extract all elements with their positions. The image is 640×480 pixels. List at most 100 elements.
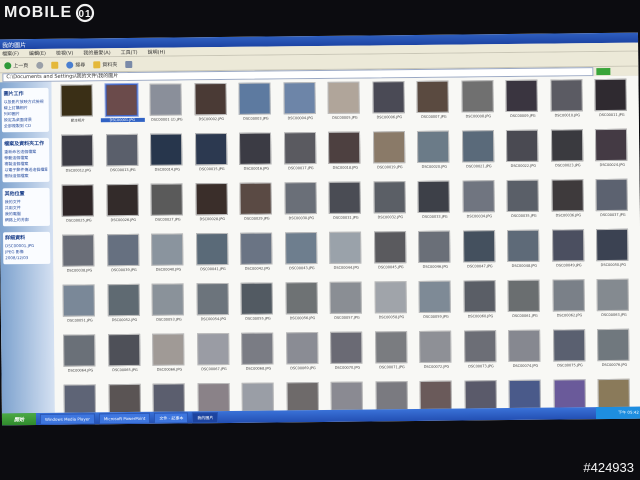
file-thumbnail[interactable]: DSC00036.JPG — [546, 179, 591, 229]
file-thumbnail[interactable]: DSC00080.JPG — [192, 382, 237, 413]
file-thumbnail[interactable]: DSC00025.JPG — [57, 184, 102, 234]
start-button[interactable]: 開始 — [1, 412, 37, 426]
file-thumbnail[interactable]: DSC00013.JPG — [100, 133, 145, 184]
taskpane-section-title[interactable]: 其他位置 — [5, 190, 48, 197]
search-button[interactable]: 搜尋 — [64, 60, 87, 69]
file-thumbnail[interactable]: DSC00033.JPG — [413, 180, 458, 231]
file-thumbnail[interactable]: DSC00074.JPG — [503, 329, 548, 380]
file-thumbnail[interactable]: DSC00018.JPG — [323, 131, 368, 181]
forward-button[interactable] — [34, 60, 45, 69]
taskbar-task-button[interactable]: Windows Media Player — [39, 412, 95, 425]
file-thumbnail[interactable]: DSC00042.JPG — [235, 232, 280, 282]
file-thumbnail[interactable]: DSC00070.JPG — [325, 331, 370, 381]
file-thumbnail[interactable]: DSC00054.JPG — [191, 282, 236, 333]
file-thumbnail[interactable]: DSC00082.JPG — [281, 382, 326, 413]
file-thumbnail[interactable]: DSC00035.JPG — [501, 179, 546, 230]
file-thumbnail[interactable]: DSC00001.JPG — [100, 82, 145, 134]
file-thumbnail[interactable]: DSC00084.JPG — [370, 381, 415, 413]
file-thumbnail[interactable]: DSC00075.JPG — [548, 329, 593, 379]
file-thumbnail[interactable]: DSC00053.JPG — [147, 283, 192, 333]
file-thumbnail[interactable]: 範本相片 — [55, 84, 100, 134]
back-button[interactable]: 上一頁 — [2, 61, 30, 70]
file-thumbnail[interactable]: DSC00048.JPG — [502, 229, 547, 280]
up-button[interactable] — [49, 60, 60, 69]
file-thumbnail[interactable]: DSC00072.JPG — [414, 330, 459, 381]
file-thumbnail[interactable]: DSC00062.JPG — [547, 279, 592, 329]
file-thumbnail[interactable]: DSC00008.JPG — [456, 80, 501, 130]
file-thumbnail[interactable]: DSC00047.JPG — [458, 230, 503, 280]
file-thumbnail[interactable]: DSC00014.JPG — [145, 133, 190, 183]
file-thumbnail[interactable]: DSC00021.JPG — [456, 130, 501, 180]
file-thumbnail[interactable]: DSC00023.JPG — [545, 129, 590, 179]
file-thumbnail[interactable]: DSC00060.JPG — [458, 280, 503, 330]
file-thumbnail[interactable]: DSC00050.JPG — [591, 228, 636, 279]
file-thumbnail[interactable]: DSC00069.JPG — [281, 332, 326, 382]
file-thumbnail[interactable]: DSC00046.JPG — [413, 230, 458, 281]
file-thumbnail[interactable]: DSC00004.JPG — [278, 82, 323, 132]
taskbar-task-button[interactable]: 我的圖片 — [192, 411, 219, 423]
views-button[interactable] — [123, 59, 134, 68]
file-thumbnail[interactable]: DSC00039.JPG — [102, 233, 147, 284]
file-thumbnail[interactable]: DSC00030.JPG — [279, 182, 324, 232]
file-thumbnail[interactable]: DSC00032.JPG — [368, 181, 413, 231]
file-thumbnail[interactable]: DSC00005.JPG — [322, 81, 367, 132]
taskpane-link[interactable]: 全部複製到 CD — [4, 123, 47, 129]
file-thumbnail[interactable]: DSC00010.JPG — [545, 79, 590, 129]
file-thumbnail[interactable]: DSC00012.JPG — [56, 134, 101, 184]
folders-button[interactable]: 資料夾 — [91, 60, 119, 69]
file-thumbnail[interactable]: DSC00065.JPG — [103, 333, 148, 384]
file-thumbnail[interactable]: DSC00020.JPG — [412, 130, 457, 181]
file-thumbnail[interactable]: DSC00028.JPG — [190, 182, 235, 233]
menu-item[interactable]: 編輯(E) — [29, 49, 46, 56]
file-thumbnail[interactable]: DSC00066.JPG — [147, 333, 192, 383]
file-thumbnail[interactable]: DSC00044.JPG — [324, 231, 369, 281]
file-thumbnail[interactable]: DSC00029.JPG — [235, 182, 280, 232]
file-thumbnail[interactable]: DSC00052.JPG — [102, 283, 147, 334]
file-thumbnail[interactable]: DSC00068.JPG — [236, 332, 281, 382]
file-thumbnail[interactable]: DSC00041.JPG — [191, 232, 236, 283]
taskpane-section-title[interactable]: 詳細資料 — [5, 234, 48, 241]
file-thumbnail[interactable]: DSC00077.JPG — [59, 384, 104, 413]
taskpane-link[interactable]: 網路上的芳鄰 — [5, 217, 48, 223]
menu-item[interactable]: 說明(H) — [148, 48, 166, 55]
file-thumbnail[interactable]: DSC00040.JPG — [146, 233, 191, 283]
file-thumbnail[interactable]: DSC00037.JPG — [590, 178, 635, 229]
file-thumbnail[interactable]: DSC00071.JPG — [370, 331, 415, 381]
file-thumbnail[interactable]: DSC00067.JPG — [192, 332, 237, 383]
file-thumbnail[interactable]: DSC00034.JPG — [457, 180, 502, 230]
file-thumbnail[interactable]: DSC00002.JPG — [189, 82, 234, 133]
go-button[interactable]: 移至 — [596, 67, 611, 84]
file-thumbnail[interactable]: DSC00016.JPG — [234, 132, 279, 182]
file-thumbnail[interactable]: DSC00076.JPG — [592, 328, 637, 379]
file-thumbnail[interactable]: DSC00017.JPG — [278, 132, 323, 182]
menu-item[interactable]: 工具(T) — [121, 48, 138, 55]
file-thumbnail[interactable]: DSC00058.JPG — [369, 281, 414, 331]
file-thumbnail[interactable]: DSC00051.JPG — [58, 284, 103, 334]
file-thumbnail[interactable]: DSC00006.JPG — [367, 81, 412, 131]
file-thumbnail[interactable]: DSC00059.JPG — [414, 280, 459, 331]
file-thumbnail[interactable]: DSC00063.JPG — [592, 278, 637, 329]
taskpane-link[interactable]: 2008/12/03 — [5, 255, 48, 261]
file-thumbnail[interactable]: DSC00003.JPG — [233, 82, 278, 132]
file-thumbnail[interactable]: DSC00061.JPG — [503, 279, 548, 330]
file-thumbnail[interactable]: DSC00081.JPG — [237, 382, 282, 413]
file-thumbnail[interactable]: DSC00038.JPG — [57, 234, 102, 284]
file-thumbnail[interactable]: DSC00073.JPG — [459, 330, 504, 380]
taskbar-task-button[interactable]: 文件 - 記事本 — [154, 411, 189, 424]
file-thumbnail[interactable]: DSC00043.JPG — [280, 232, 325, 282]
taskpane-section-title[interactable]: 檔案及資料夾工作 — [4, 140, 47, 147]
menu-item[interactable]: 檢視(V) — [56, 49, 73, 56]
file-thumbnail[interactable]: DSC00019.JPG — [367, 131, 412, 181]
file-thumbnail[interactable]: DSC00009.JPG — [500, 79, 545, 130]
file-thumbnail[interactable]: DSC00022.JPG — [501, 129, 546, 180]
menu-item[interactable]: 檔案(F) — [2, 50, 19, 57]
file-thumbnail[interactable]: DSC00024.JPG — [590, 128, 635, 179]
file-thumbnail[interactable]: DSC00026.JPG — [101, 183, 146, 234]
file-thumbnail[interactable]: DSC00049.JPG — [547, 229, 592, 279]
file-thumbnail[interactable]: DSC00056.JPG — [280, 282, 325, 332]
file-thumbnail[interactable]: DSC00045.JPG — [369, 231, 414, 281]
file-thumbnail[interactable]: DSC00031.JPG — [324, 181, 369, 231]
file-thumbnail[interactable]: DSC00079.JPG — [148, 383, 193, 413]
file-thumbnail[interactable]: DSC00078.JPG — [103, 383, 148, 413]
file-thumbnail[interactable]: DSC00027.JPG — [146, 183, 191, 233]
